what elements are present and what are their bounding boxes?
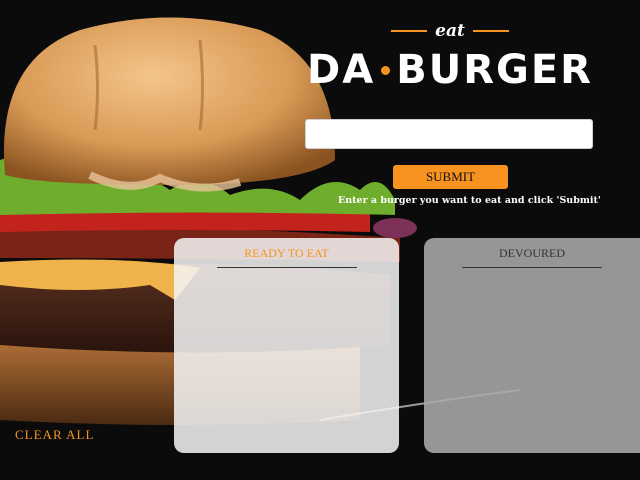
burger-name-input[interactable] bbox=[305, 119, 593, 149]
logo-right-text: BURGER bbox=[396, 47, 593, 93]
logo: DA BURGER bbox=[300, 50, 600, 90]
header: eat DA BURGER bbox=[300, 18, 600, 90]
ready-to-eat-title: READY TO EAT bbox=[244, 246, 329, 260]
eat-right-rule bbox=[472, 30, 509, 32]
clear-all-button[interactable]: CLEAR ALL bbox=[15, 427, 94, 443]
logo-left-text: DA bbox=[307, 47, 376, 93]
ready-to-eat-panel: READY TO EAT bbox=[174, 238, 399, 453]
submit-button[interactable]: SUBMIT bbox=[393, 165, 508, 189]
devoured-panel: DEVOURED bbox=[424, 238, 640, 453]
ready-to-eat-divider bbox=[216, 267, 357, 268]
eat-left-rule bbox=[391, 30, 428, 32]
instructions-text: Enter a burger you want to eat and click… bbox=[338, 195, 601, 206]
logo-dot-icon bbox=[381, 65, 391, 75]
devoured-divider bbox=[462, 267, 602, 268]
eat-label: eat bbox=[435, 21, 465, 41]
eat-tagline: eat bbox=[300, 18, 600, 44]
devoured-title: DEVOURED bbox=[499, 246, 565, 260]
